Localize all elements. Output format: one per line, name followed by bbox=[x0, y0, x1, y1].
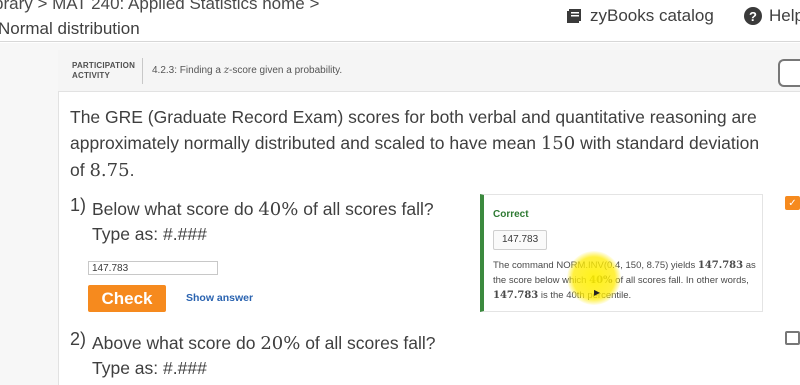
help-icon: ? bbox=[744, 7, 762, 25]
feedback-explain-value-2: 147.783 bbox=[493, 290, 539, 301]
feedback-explain-1: The command NORM.INV(0.4, 150, 8.75) yie… bbox=[493, 260, 696, 271]
breadcrumb-course-link[interactable]: MAT 240: Applied Statistics home bbox=[52, 0, 305, 13]
breadcrumb-separator: > bbox=[309, 0, 320, 13]
question-1-number: 1) bbox=[70, 195, 87, 215]
activity-header: PARTICIPATION ACTIVITY 4.2.3: Finding a … bbox=[58, 50, 800, 92]
feedback-explain-value-1: 147.783 bbox=[697, 260, 744, 271]
problem-text-end: . bbox=[129, 160, 135, 180]
problem-mean: 150 bbox=[540, 133, 576, 154]
activity-title: 4.2.3: Finding a z-score given a probabi… bbox=[152, 65, 342, 76]
breadcrumb: brary > MAT 240: Applied Statistics home… bbox=[0, 0, 319, 14]
question-2-text: Above what score do 20% of all scores fa… bbox=[92, 330, 436, 357]
question-1-text-after: of all scores fall? bbox=[303, 199, 434, 219]
feedback-explain-percent: 40% bbox=[589, 275, 613, 286]
question-2-type-hint: Type as: #.### bbox=[92, 358, 207, 378]
question-1-show-answer-link[interactable]: Show answer bbox=[186, 292, 253, 304]
book-icon bbox=[567, 9, 581, 23]
feedback-explanation: The command NORM.INV(0.4, 150, 8.75) yie… bbox=[493, 258, 763, 303]
problem-sd: 8.75 bbox=[89, 160, 130, 181]
feedback-answer-value: 147.783 bbox=[493, 230, 548, 250]
question-2-text-after: of all scores fall? bbox=[305, 333, 436, 353]
question-1-completed-checkmark-icon: ✓ bbox=[785, 196, 800, 210]
question-2-percent: 20% bbox=[260, 333, 301, 354]
question-1-check-button[interactable]: Check bbox=[88, 285, 166, 312]
activity-number: 4.2.3: Finding a bbox=[152, 65, 221, 76]
activity-type-label: PARTICIPATION ACTIVITY bbox=[72, 61, 135, 81]
activity-type-line2: ACTIVITY bbox=[72, 71, 111, 80]
top-navigation-bar: brary > MAT 240: Applied Statistics home… bbox=[0, 0, 800, 42]
question-2-text-before: Above what score do bbox=[92, 333, 256, 353]
help-link[interactable]: ? Help bbox=[744, 6, 800, 26]
question-1-text: Below what score do 40% of all scores fa… bbox=[92, 196, 434, 223]
page-title: Normal distribution bbox=[0, 19, 140, 38]
breadcrumb-library-link[interactable]: brary > bbox=[0, 0, 47, 13]
catalog-label: zyBooks catalog bbox=[590, 6, 714, 25]
activity-header-divider bbox=[142, 58, 143, 84]
question-2-checkbox-icon bbox=[785, 331, 800, 345]
feedback-status: Correct bbox=[493, 209, 529, 220]
catalog-link[interactable]: zyBooks catalog bbox=[566, 6, 714, 26]
question-1-text-before: Below what score do bbox=[92, 199, 254, 219]
question-1-feedback-panel: Correct 147.783 The command NORM.INV(0.4… bbox=[480, 194, 763, 312]
feedback-explain-3: of all scores fall. In other words, bbox=[615, 275, 749, 286]
activity-title-rest: -score given a probability. bbox=[229, 65, 343, 76]
activity-completion-icon bbox=[778, 59, 800, 87]
question-1-percent: 40% bbox=[258, 199, 299, 220]
question-2-number: 2) bbox=[70, 329, 87, 349]
mouse-cursor-icon: ▸ bbox=[594, 285, 601, 299]
activity-type-line1: PARTICIPATION bbox=[72, 61, 136, 70]
help-label: Help bbox=[769, 6, 800, 25]
question-1-answer-input[interactable] bbox=[88, 261, 218, 275]
question-1-type-hint: Type as: #.### bbox=[92, 224, 207, 244]
problem-statement: The GRE (Graduate Record Exam) scores fo… bbox=[70, 104, 770, 184]
feedback-explain-4: is the 40th percentile. bbox=[540, 290, 632, 301]
